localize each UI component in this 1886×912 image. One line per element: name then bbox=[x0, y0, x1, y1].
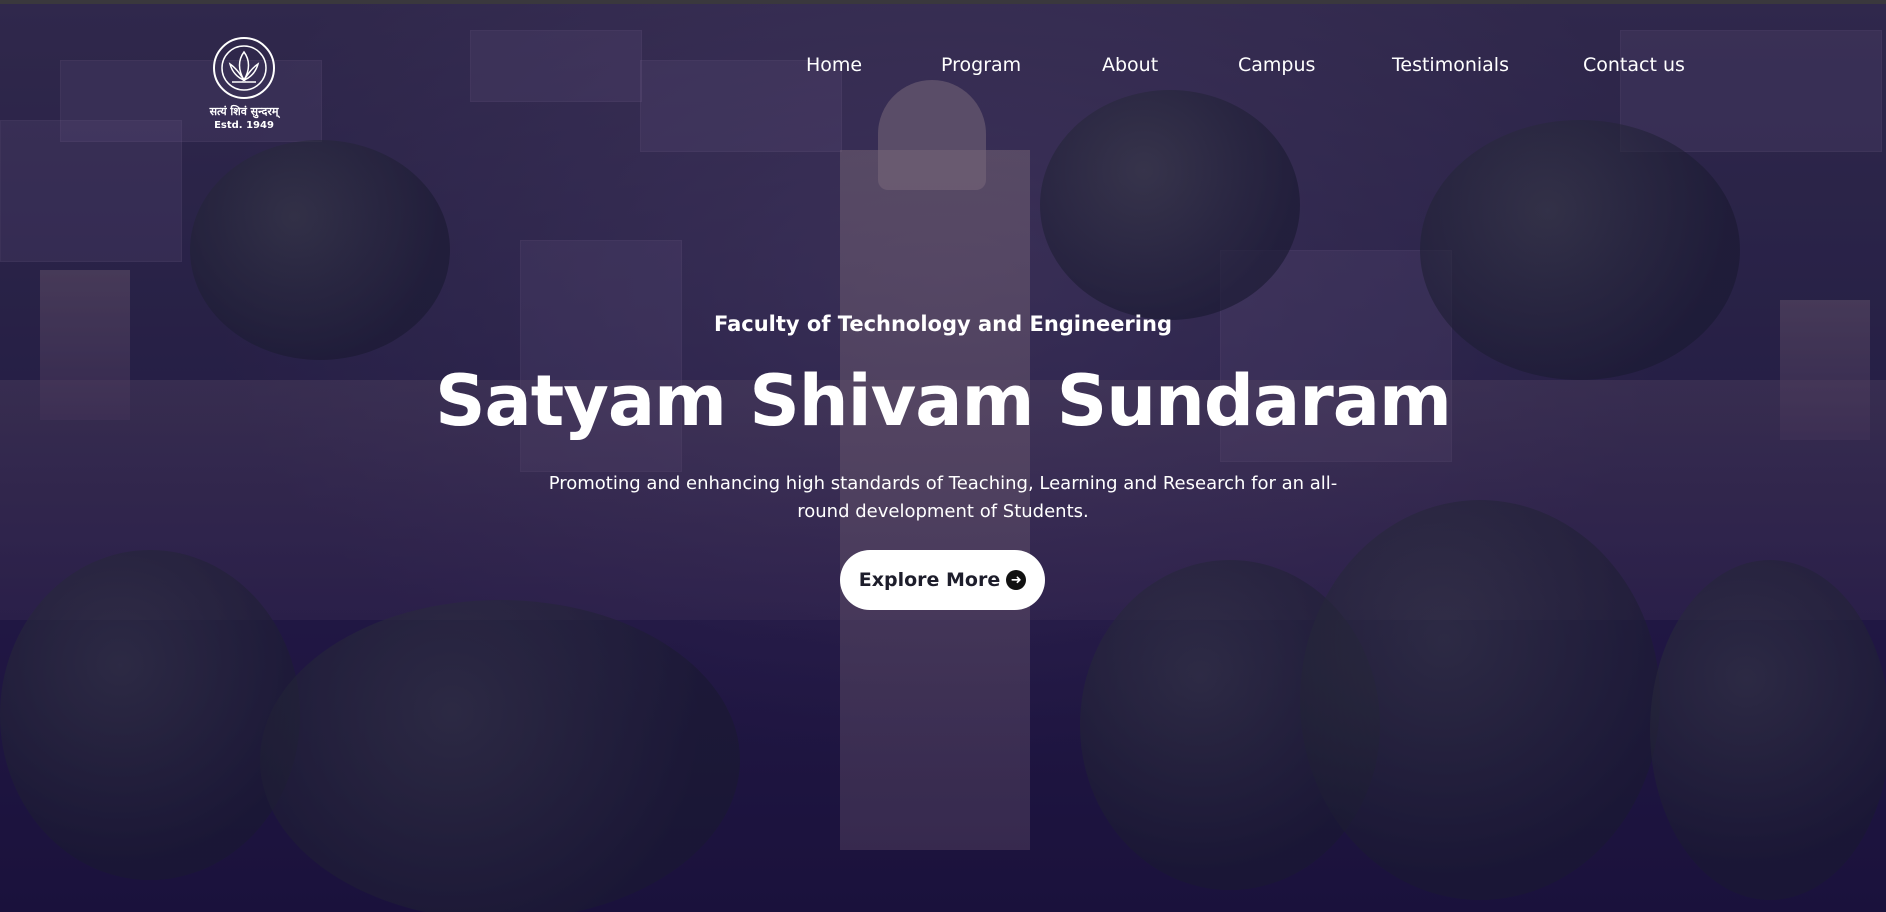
hero-subtitle: Faculty of Technology and Engineering bbox=[714, 312, 1172, 336]
explore-more-button[interactable]: Explore More ➜ bbox=[840, 550, 1045, 610]
hero-section: सत्यं शिवं सुन्दरम् Estd. 1949 Home Prog… bbox=[0, 0, 1886, 912]
arrow-right-circle-icon: ➜ bbox=[1006, 570, 1027, 590]
hero-tagline: Promoting and enhancing high standards o… bbox=[548, 473, 1338, 522]
hero-content: Faculty of Technology and Engineering Sa… bbox=[0, 0, 1886, 912]
hero-title: Satyam Shivam Sundaram bbox=[435, 360, 1452, 442]
explore-more-label: Explore More bbox=[858, 569, 1001, 591]
